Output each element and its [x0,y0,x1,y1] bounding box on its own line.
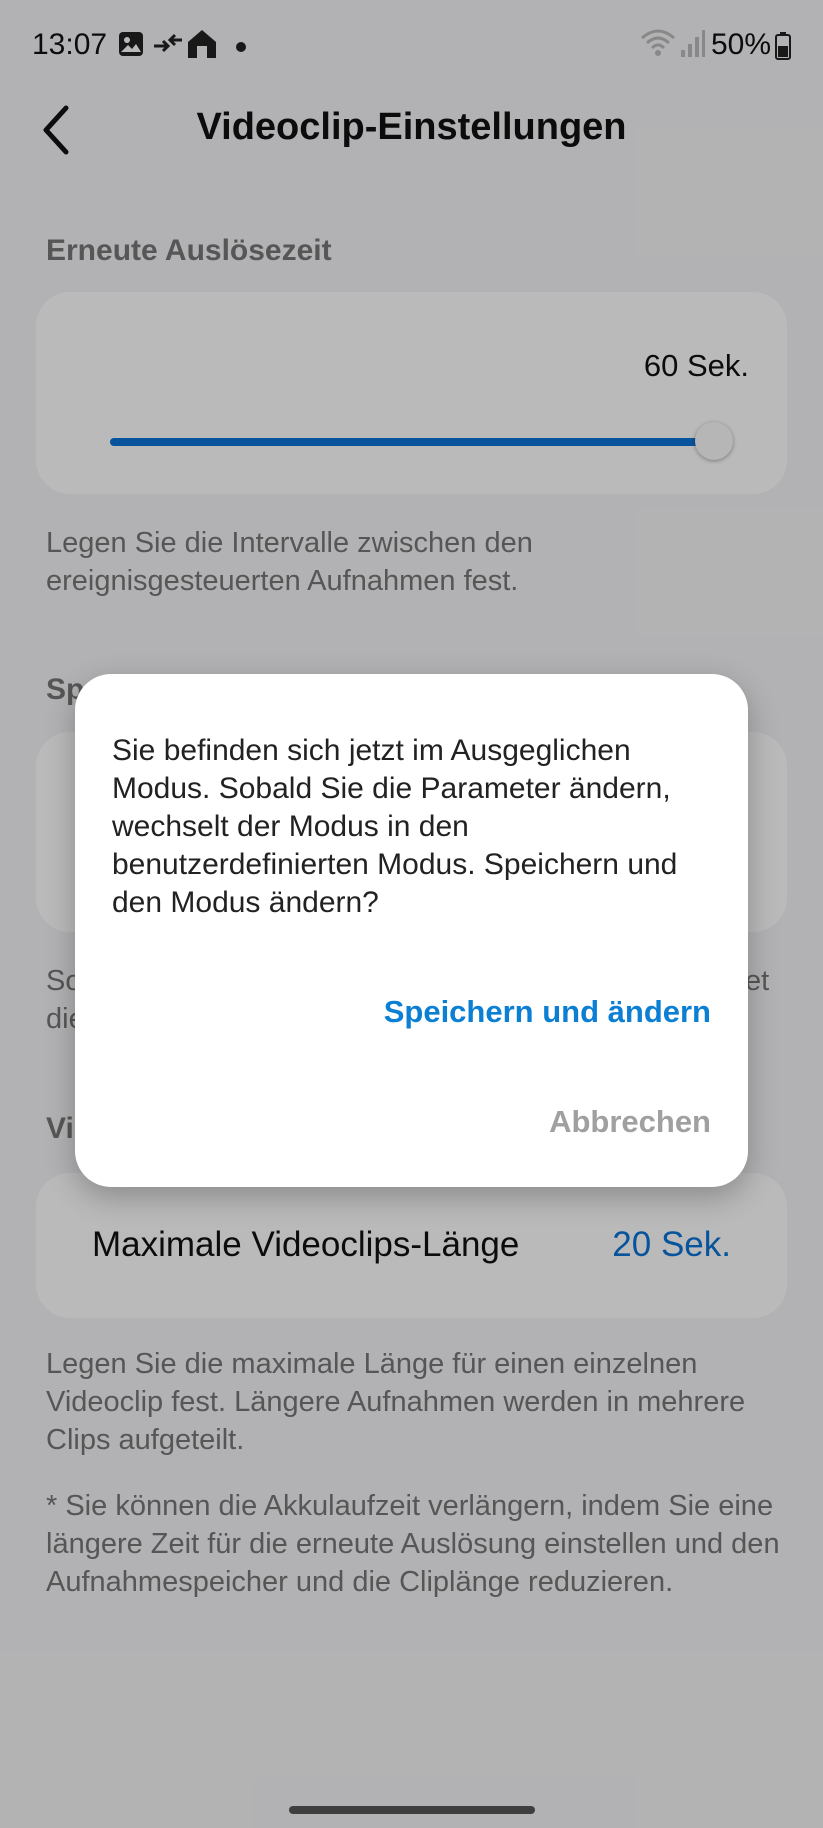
cancel-button[interactable]: Abbrechen [549,1104,711,1140]
save-and-change-button[interactable]: Speichern und ändern [384,994,711,1030]
mode-change-dialog: Sie befinden sich jetzt im Ausgeglichen … [75,674,748,1187]
app-screen: 13:07 50% Videoclip-Einstellungen Erneut… [0,0,823,1828]
dialog-message: Sie befinden sich jetzt im Ausgeglichen … [112,734,678,919]
